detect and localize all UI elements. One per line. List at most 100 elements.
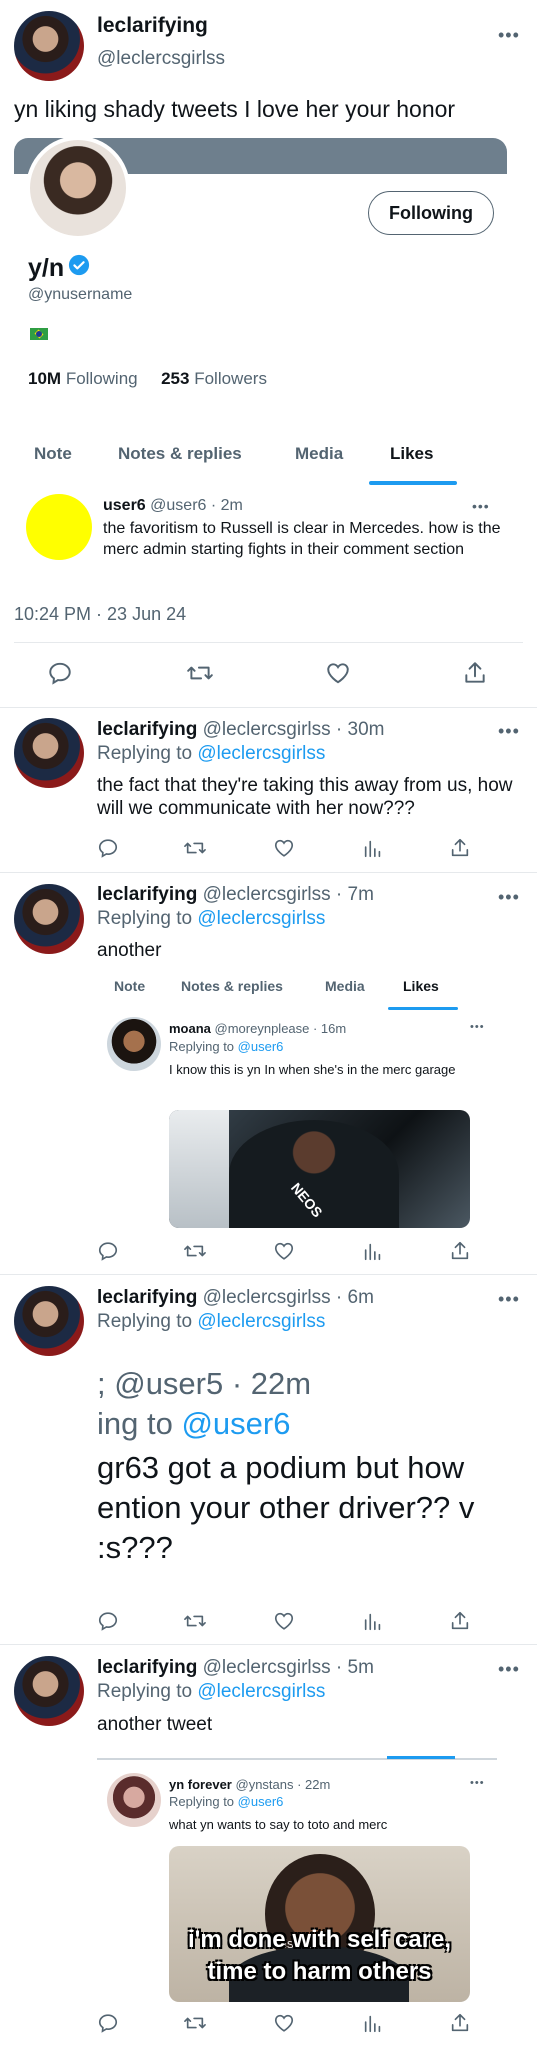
- retweet-icon[interactable]: [186, 660, 214, 686]
- replying-to: Replying to @leclercsgirlss: [97, 1681, 325, 1703]
- share-icon[interactable]: [449, 1240, 471, 1262]
- tab-likes[interactable]: Likes: [403, 978, 439, 994]
- avatar[interactable]: [14, 718, 84, 788]
- more-options-button[interactable]: •••: [470, 1778, 485, 1789]
- display-name[interactable]: leclarifying: [97, 14, 208, 38]
- replying-to-link[interactable]: @user6: [238, 1794, 284, 1809]
- analytics-icon[interactable]: [362, 2012, 384, 2034]
- retweet-icon[interactable]: [183, 837, 207, 859]
- avatar[interactable]: [14, 1656, 84, 1726]
- replying-to-prefix: Replying to: [97, 908, 193, 929]
- replying-to-prefix: Replying to: [169, 1039, 235, 1054]
- following-count[interactable]: 10M: [28, 369, 61, 388]
- cropped-text-line: ention your other driver?? v: [97, 1490, 475, 1525]
- user-handle[interactable]: @leclercsgirlss: [97, 48, 225, 70]
- profile-handle: @ynusername: [28, 286, 133, 303]
- tweet-text: I know this is yn In when she's in the m…: [169, 1062, 456, 1077]
- share-icon[interactable]: [449, 1610, 471, 1632]
- reply-icon[interactable]: [47, 660, 73, 686]
- replying-to-prefix: Replying to: [97, 743, 193, 764]
- replying-to-link[interactable]: @leclercsgirlss: [197, 1681, 325, 1702]
- handle-time: @ynstans · 22m: [235, 1777, 331, 1792]
- avatar[interactable]: [107, 1773, 161, 1827]
- display-name[interactable]: leclarifying: [97, 719, 197, 740]
- replying-to-prefix: Replying to: [97, 1681, 193, 1702]
- handle-time: @moreynplease · 16m: [214, 1021, 347, 1036]
- cropped-header: ; @user5 · 22m: [97, 1366, 312, 1401]
- share-icon[interactable]: [449, 837, 471, 859]
- replying-to-link[interactable]: @leclercsgirlss: [197, 1311, 325, 1332]
- more-options-button[interactable]: •••: [472, 499, 490, 513]
- tab-notes-replies[interactable]: Notes & replies: [181, 978, 283, 994]
- reply-icon[interactable]: [97, 837, 119, 859]
- more-options-button[interactable]: •••: [498, 26, 520, 44]
- retweet-icon[interactable]: [183, 1610, 207, 1632]
- tweet-header: leclarifying @leclercsgirlss · 6m: [97, 1287, 374, 1309]
- tweet-text: what yn wants to say to toto and merc: [169, 1817, 388, 1832]
- divider: [0, 872, 537, 873]
- analytics-icon[interactable]: [362, 1610, 384, 1632]
- like-icon[interactable]: [272, 837, 296, 859]
- more-options-button[interactable]: •••: [498, 722, 520, 740]
- reply-icon[interactable]: [97, 2012, 119, 2034]
- tab-media[interactable]: Media: [295, 444, 343, 464]
- display-name[interactable]: user6: [103, 497, 146, 514]
- like-icon[interactable]: [272, 2012, 296, 2034]
- avatar[interactable]: [14, 884, 84, 954]
- display-name[interactable]: leclarifying: [97, 1657, 197, 1678]
- reply-icon[interactable]: [97, 1240, 119, 1262]
- retweet-icon[interactable]: [183, 1240, 207, 1262]
- replying-to-link[interactable]: @user6: [238, 1039, 284, 1054]
- share-icon[interactable]: [462, 660, 488, 686]
- divider: [0, 707, 537, 708]
- cropped-text-line: :s???: [97, 1530, 173, 1565]
- avatar[interactable]: [14, 1286, 84, 1356]
- display-name[interactable]: leclarifying: [97, 1287, 197, 1308]
- tweet-image[interactable]: NEOS: [169, 1110, 470, 1228]
- tweet-image[interactable]: UBS INEOS i'm done with self care, time …: [169, 1846, 470, 2002]
- like-icon[interactable]: [272, 1610, 296, 1632]
- replying-to-link[interactable]: @leclercsgirlss: [197, 908, 325, 929]
- avatar[interactable]: [26, 494, 92, 560]
- display-name[interactable]: moana: [169, 1021, 211, 1036]
- tab-notes-replies[interactable]: Notes & replies: [118, 444, 242, 464]
- tab-likes[interactable]: Likes: [390, 444, 433, 464]
- analytics-icon[interactable]: [362, 837, 384, 859]
- display-name[interactable]: leclarifying: [97, 884, 197, 905]
- active-tab-indicator: [369, 481, 457, 485]
- more-options-button[interactable]: •••: [498, 1660, 520, 1678]
- avatar[interactable]: [107, 1017, 161, 1071]
- active-tab-indicator: [387, 1756, 455, 1759]
- more-options-button[interactable]: •••: [498, 888, 520, 906]
- tweet-text: the fact that they're taking this away f…: [97, 775, 513, 819]
- divider: [0, 1644, 537, 1645]
- tab-note[interactable]: Note: [34, 444, 72, 464]
- followers-label[interactable]: Followers: [194, 369, 267, 388]
- tab-note[interactable]: Note: [114, 978, 145, 994]
- divider: [14, 642, 523, 643]
- profile-avatar[interactable]: [26, 136, 130, 240]
- tweet-text: yn liking shady tweets I love her your h…: [14, 96, 456, 122]
- following-label[interactable]: Following: [66, 369, 138, 388]
- more-options-button[interactable]: •••: [498, 1290, 520, 1308]
- replying-to: Replying to @leclercsgirlss: [97, 1311, 325, 1333]
- replying-to-link[interactable]: @leclercsgirlss: [197, 743, 325, 764]
- share-icon[interactable]: [449, 2012, 471, 2034]
- like-icon[interactable]: [324, 660, 352, 686]
- cropped-replying: ing to @user6: [97, 1406, 291, 1441]
- retweet-icon[interactable]: [183, 2012, 207, 2034]
- display-name[interactable]: yn forever: [169, 1777, 232, 1792]
- replying-to-prefix: Replying to: [169, 1794, 235, 1809]
- reply-icon[interactable]: [97, 1610, 119, 1632]
- avatar[interactable]: [14, 11, 84, 81]
- tab-media[interactable]: Media: [325, 978, 365, 994]
- followers-count[interactable]: 253: [161, 369, 189, 388]
- handle-time: @leclercsgirlss · 30m: [202, 719, 385, 740]
- more-options-button[interactable]: •••: [470, 1022, 485, 1033]
- replying-to: Replying to @leclercsgirlss: [97, 743, 325, 765]
- following-button[interactable]: Following: [368, 191, 494, 235]
- like-icon[interactable]: [272, 1240, 296, 1262]
- handle-time: @leclercsgirlss · 7m: [202, 884, 374, 905]
- tweet-text: the favoritism to Russell is clear in Me…: [103, 520, 501, 558]
- analytics-icon[interactable]: [362, 1240, 384, 1262]
